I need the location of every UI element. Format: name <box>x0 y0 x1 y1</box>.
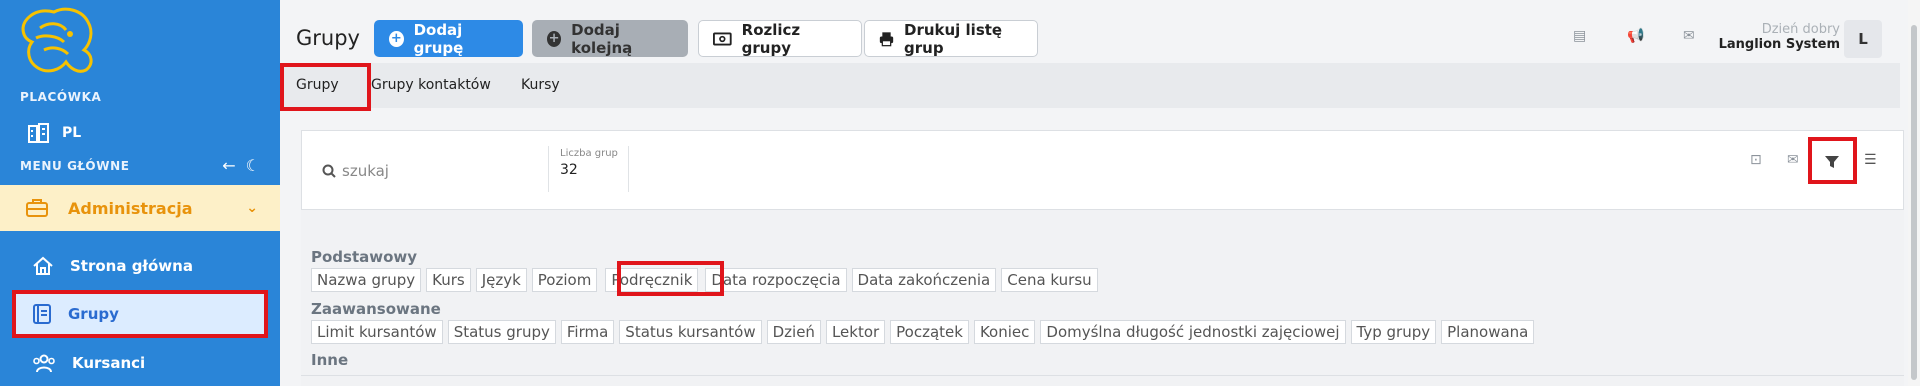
basic-columns-title: Podstawowy <box>311 248 418 266</box>
search-placeholder: szukaj <box>342 162 389 180</box>
filter-icon[interactable] <box>1824 154 1840 170</box>
column-chip[interactable]: Firma <box>560 320 615 344</box>
archive-icon[interactable]: ▤ <box>1573 28 1586 44</box>
settle-groups-button[interactable]: Rozlicz grupy <box>698 20 862 57</box>
excel-export-icon[interactable]: ⊡ <box>1750 152 1762 168</box>
sidebar-item-label: Strona główna <box>70 257 193 275</box>
sidebar-item-label: Grupy <box>68 305 119 323</box>
avatar[interactable]: L <box>1844 20 1882 58</box>
print-groups-button[interactable]: Drukuj listę grup <box>864 20 1038 57</box>
other-columns-title: Inne <box>311 351 349 369</box>
lion-logo[interactable] <box>14 4 98 76</box>
greeting-text: Dzień dobry <box>1761 22 1840 37</box>
megaphone-icon[interactable]: 📢 <box>1627 28 1644 44</box>
menu-lines-icon[interactable]: ☰ <box>1864 152 1877 168</box>
building-icon <box>28 123 49 143</box>
column-chip[interactable]: Nazwa grupy <box>311 268 422 292</box>
book-icon <box>33 304 51 324</box>
divider <box>301 375 1904 376</box>
filter-panel <box>301 130 1904 210</box>
tab-kursy[interactable]: Kursy <box>521 77 560 93</box>
printer-icon <box>879 31 894 46</box>
column-chip[interactable]: Poziom <box>531 268 598 292</box>
tab-grupy-kontaktow[interactable]: Grupy kontaktów <box>371 77 491 93</box>
column-chip[interactable]: Koniec <box>973 320 1036 344</box>
envelope-icon[interactable]: ✉ <box>1683 28 1695 44</box>
users-icon <box>33 354 55 373</box>
basic-columns-list: Nazwa grupy Kurs Język Poziom Podręcznik… <box>311 268 1098 292</box>
add-next-button[interactable]: + Dodaj kolejną <box>532 20 688 57</box>
columns-panel <box>301 210 1904 386</box>
add-group-button[interactable]: + Dodaj grupę <box>374 20 523 57</box>
search-icon <box>322 164 336 178</box>
column-chip[interactable]: Limit kursantów <box>311 320 443 344</box>
placowka-label: PLACÓWKA <box>20 90 102 104</box>
sidebar: PLACÓWKA PL MENU GŁÓWNE ← ☾ Administracj… <box>0 0 280 386</box>
column-chip[interactable]: Status grupy <box>447 320 556 344</box>
search-input[interactable]: szukaj <box>322 162 389 180</box>
sidebar-item-label: Kursanci <box>72 354 146 372</box>
menu-tools: ← ☾ <box>222 156 260 175</box>
advanced-columns-title: Zaawansowane <box>311 300 441 318</box>
divider <box>628 146 629 192</box>
column-chip[interactable]: Kurs <box>426 268 471 292</box>
advanced-columns-list: Limit kursantów Status grupy Firma Statu… <box>311 320 1535 344</box>
plus-circle-icon: + <box>389 30 404 47</box>
scrollbar-thumb[interactable] <box>1911 25 1917 380</box>
column-chip[interactable]: Status kursantów <box>619 320 762 344</box>
user-name: Langlion System <box>1718 37 1840 52</box>
column-chip[interactable]: Data rozpoczęcia <box>705 268 847 292</box>
column-chip[interactable]: Domyślna długość jednostki zajęciowej <box>1040 320 1346 344</box>
page-title: Grupy <box>296 26 360 50</box>
briefcase-icon <box>26 199 48 217</box>
column-chip[interactable]: Język <box>475 268 527 292</box>
admin-section-toggle[interactable]: Administracja ⌄ <box>0 185 280 231</box>
plus-circle-icon: + <box>547 30 562 47</box>
home-icon <box>33 256 53 275</box>
column-chip-podrecznik[interactable]: Podręcznik <box>605 268 699 292</box>
group-count-value: 32 <box>560 162 578 178</box>
menu-label: MENU GŁÓWNE <box>20 159 130 173</box>
column-chip[interactable]: Dzień <box>766 320 821 344</box>
column-chip[interactable]: Typ grupy <box>1350 320 1437 344</box>
envelope-icon[interactable]: ✉ <box>1787 152 1799 168</box>
divider <box>548 146 549 192</box>
placowka-selector[interactable]: PL <box>28 120 81 146</box>
collapse-arrow-icon[interactable]: ← <box>222 156 235 175</box>
column-chip[interactable]: Początek <box>890 320 969 344</box>
column-chip[interactable]: Cena kursu <box>1001 268 1098 292</box>
sidebar-item-home[interactable]: Strona główna <box>14 244 266 288</box>
dark-mode-moon-icon[interactable]: ☾ <box>246 156 260 175</box>
money-icon <box>713 31 732 46</box>
sidebar-item-grupy[interactable]: Grupy <box>14 292 266 336</box>
column-chip[interactable]: Lektor <box>825 320 886 344</box>
placowka-value: PL <box>62 125 82 141</box>
column-chip[interactable]: Data zakończenia <box>851 268 997 292</box>
group-count-label: Liczba grup <box>560 148 618 159</box>
user-greeting: Dzień dobry Langlion System <box>1719 22 1840 52</box>
chevron-down-icon: ⌄ <box>246 200 258 216</box>
admin-label: Administracja <box>68 198 193 218</box>
column-chip[interactable]: Planowana <box>1441 320 1535 344</box>
tab-grupy[interactable]: Grupy <box>296 77 339 93</box>
sidebar-item-kursanci[interactable]: Kursanci <box>14 341 266 385</box>
